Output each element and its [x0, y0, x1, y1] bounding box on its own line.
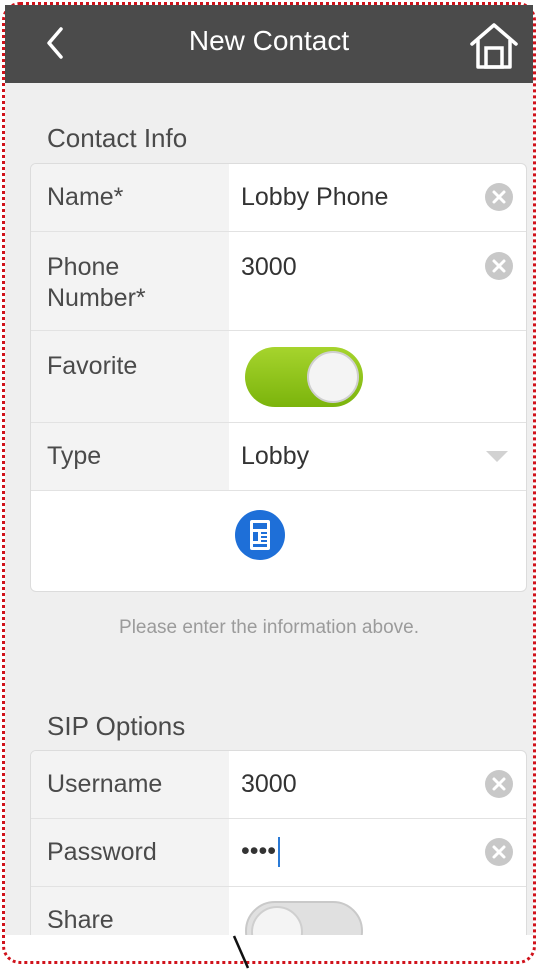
phone-value: 3000 [241, 253, 297, 281]
phone-row: Phone Number* 3000 [31, 232, 526, 331]
app-screen: New Contact Contact Info Name* Lobby Pho… [5, 5, 533, 935]
favorite-cell [229, 331, 526, 422]
clear-password-button[interactable] [484, 837, 514, 867]
username-field[interactable]: 3000 [229, 751, 526, 818]
name-row: Name* Lobby Phone [31, 164, 526, 232]
phone-label: Phone Number* [31, 232, 229, 330]
lobby-station-icon [250, 520, 270, 550]
name-field[interactable]: Lobby Phone [229, 164, 526, 231]
clear-icon [485, 770, 513, 798]
text-cursor [278, 837, 281, 868]
clear-username-button[interactable] [484, 769, 514, 799]
name-label: Name* [31, 164, 229, 231]
hint-text: Please enter the information above. [119, 617, 419, 638]
home-button[interactable] [467, 19, 521, 73]
favorite-label: Favorite [31, 331, 229, 422]
password-label: Password [31, 819, 229, 886]
annotation-pointer-line [232, 935, 250, 969]
password-value: •••• [241, 837, 277, 865]
clear-icon [485, 252, 513, 280]
share-cell [229, 887, 526, 935]
top-bar: New Contact [5, 5, 533, 83]
clear-phone-button[interactable] [484, 251, 514, 281]
favorite-row: Favorite [31, 331, 526, 423]
type-select[interactable]: Lobby [229, 423, 526, 490]
lobby-station-button[interactable] [235, 510, 285, 560]
clear-icon [485, 183, 513, 211]
clear-name-button[interactable] [484, 182, 514, 212]
username-value: 3000 [241, 770, 297, 798]
phone-field[interactable]: 3000 [229, 232, 526, 330]
username-label: Username [31, 751, 229, 818]
share-label: Share [31, 887, 229, 935]
toggle-knob [307, 351, 359, 403]
dropdown-arrow-icon [486, 451, 508, 462]
sip-options-card: Username 3000 Password •••• Share [30, 750, 527, 935]
name-value: Lobby Phone [241, 183, 389, 211]
share-toggle[interactable] [245, 901, 363, 935]
phone-label-line1: Phone [47, 253, 120, 281]
toggle-knob [251, 906, 303, 935]
icon-row [31, 491, 526, 591]
section-title-sip-options: SIP Options [47, 711, 186, 741]
type-label: Type [31, 423, 229, 490]
type-value: Lobby [241, 442, 310, 470]
password-row: Password •••• [31, 819, 526, 887]
username-row: Username 3000 [31, 751, 526, 819]
share-row: Share [31, 887, 526, 935]
favorite-toggle[interactable] [245, 347, 363, 407]
password-field[interactable]: •••• [229, 819, 526, 886]
section-title-contact-info: Contact Info [47, 123, 188, 153]
clear-icon [485, 838, 513, 866]
contact-info-card: Name* Lobby Phone Phone Number* 3000 Fav… [30, 163, 527, 592]
type-row: Type Lobby [31, 423, 526, 491]
page-title: New Contact [188, 25, 350, 56]
phone-label-line2: Number* [47, 284, 146, 312]
home-icon [470, 23, 518, 69]
